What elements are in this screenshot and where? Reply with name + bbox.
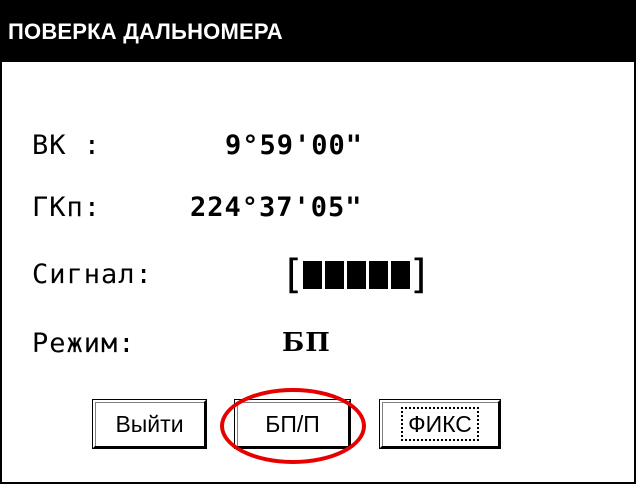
signal-strength-indicator: [ ] xyxy=(286,252,427,298)
exit-button-label: Выйти xyxy=(115,410,184,437)
window-title: ПОВЕРКА ДАЛЬНОМЕРА xyxy=(2,2,634,62)
signal-bracket-open: [ xyxy=(286,252,302,298)
dialog-window: ПОВЕРКА ДАЛЬНОМЕРА ВК : 9°59'00" ГКп: 22… xyxy=(0,0,636,484)
bp-p-button[interactable]: БП/П xyxy=(235,400,350,448)
signal-bracket-close: ] xyxy=(410,252,427,298)
signal-bar xyxy=(346,261,366,289)
horizontal-angle-label: ГКп: xyxy=(32,192,102,223)
vertical-angle-value: 9°59'00" xyxy=(225,130,364,161)
mode-label: Режим: xyxy=(32,328,136,359)
signal-bar xyxy=(368,261,388,289)
mode-row: Режим: БП xyxy=(32,328,330,452)
signal-bar xyxy=(302,261,322,289)
signal-bar xyxy=(390,261,410,289)
mode-value: БП xyxy=(282,328,331,358)
signal-bar xyxy=(324,261,344,289)
fix-button-label: ФИКС xyxy=(401,407,479,441)
signal-bars xyxy=(302,261,410,289)
fix-button[interactable]: ФИКС xyxy=(380,400,500,448)
vertical-angle-label: ВК : xyxy=(32,130,102,161)
signal-label: Сигнал: xyxy=(32,259,153,290)
bp-p-button-label: БП/П xyxy=(265,410,320,437)
horizontal-angle-value: 224°37'05" xyxy=(190,192,363,223)
exit-button[interactable]: Выйти xyxy=(93,400,206,448)
